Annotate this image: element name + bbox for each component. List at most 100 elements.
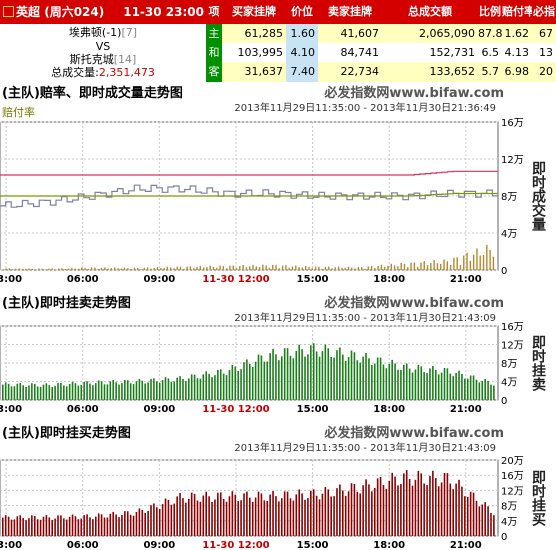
depth-bar [260, 355, 263, 400]
sell-trend-chart: (主队)即时挂卖走势图 必发指数网www.bifaw.com2013年11月29日… [0, 295, 546, 415]
volume-bar [482, 254, 485, 270]
depth-bar [211, 377, 213, 400]
depth-bar [31, 515, 33, 536]
depth-bar [292, 358, 295, 400]
depth-bar [77, 385, 80, 400]
depth-bar [379, 357, 382, 400]
depth-bar [391, 359, 393, 400]
depth-bar [94, 383, 97, 400]
volume-bar [206, 267, 208, 270]
table-cell-index: 13 [532, 43, 556, 63]
volume-bar [28, 268, 30, 270]
volume-bar [196, 266, 198, 270]
depth-bar [92, 385, 94, 400]
volume-bar [74, 268, 76, 270]
depth-bar [394, 363, 396, 400]
volume-bar [143, 267, 146, 270]
depth-bar [129, 383, 132, 400]
x-tick-label: 21:00 [450, 274, 482, 284]
volume-bar [413, 262, 416, 270]
depth-bar [440, 372, 443, 400]
depth-bar [455, 483, 457, 536]
depth-bar [417, 470, 420, 536]
depth-bar [240, 500, 242, 536]
y-axis-label: 即时挂买 [530, 470, 546, 527]
depth-bar [347, 491, 350, 536]
volume-bar [8, 268, 10, 270]
depth-bar [455, 373, 457, 400]
depth-bar [202, 495, 205, 536]
table-cell-sell: 84,741 [318, 43, 382, 63]
depth-bar [464, 496, 466, 536]
x-tick-label: 11-30 12:00 [202, 274, 269, 284]
depth-bar [397, 369, 399, 400]
volume-bar [370, 265, 373, 270]
depth-bar [263, 500, 266, 536]
table-cell-index: 20 [532, 62, 556, 82]
depth-bar [208, 373, 210, 400]
depth-bar [298, 344, 300, 400]
depth-bar [478, 506, 481, 536]
depth-bar [124, 379, 126, 400]
volume-bar [486, 244, 488, 270]
depth-bar [266, 501, 269, 536]
y-tick-label: 8万 [501, 502, 517, 513]
depth-bar [185, 381, 187, 400]
volume-bar [387, 265, 389, 270]
depth-bar [138, 508, 141, 536]
volume-bar [360, 267, 363, 270]
volume-bar [127, 268, 129, 270]
depth-bar [327, 489, 330, 536]
volume-bar [416, 266, 419, 270]
depth-bar [278, 501, 280, 536]
depth-bar [89, 517, 91, 536]
depth-bar [307, 354, 309, 400]
column-header-label: 项 [206, 0, 222, 24]
volume-bar [337, 266, 340, 270]
depth-bar [199, 378, 202, 400]
total-volume-label: 总成交量: [51, 66, 99, 79]
depth-bar [170, 381, 173, 400]
depth-bar [80, 518, 83, 536]
depth-bar [466, 496, 469, 536]
y-tick-label: 4万 [501, 229, 517, 240]
depth-bar [493, 515, 495, 536]
depth-bar [182, 378, 184, 400]
away-rank: [14] [113, 53, 137, 66]
depth-bar [126, 511, 129, 536]
volume-bar [67, 268, 70, 270]
depth-bar [92, 519, 94, 536]
depth-bar [469, 375, 472, 400]
depth-bar [286, 348, 289, 400]
x-tick-label: 15:00 [297, 540, 329, 550]
depth-bar [373, 487, 376, 536]
depth-bar [190, 492, 193, 536]
depth-bar [94, 516, 97, 536]
depth-bar [7, 383, 10, 400]
volume-bar [146, 267, 149, 270]
depth-bar [333, 496, 335, 536]
depth-bar [115, 514, 117, 536]
volume-bar [433, 260, 435, 270]
depth-bar [362, 485, 364, 536]
volume-bar [176, 266, 178, 270]
depth-bar [429, 475, 431, 536]
depth-bar [405, 470, 408, 536]
volume-bar [84, 267, 86, 270]
table-cell-price: 7.40 [286, 62, 318, 82]
y-tick-label: 0 [501, 266, 507, 277]
depth-bar [280, 498, 283, 536]
depth-bar [141, 380, 144, 400]
depth-bar [368, 484, 370, 536]
depth-bar [275, 496, 277, 536]
home-team[interactable]: 埃弗顿(-1) [69, 26, 122, 39]
table-cell-buy: 103,995 [222, 43, 286, 63]
home-rank: [7] [121, 26, 138, 39]
away-team[interactable]: 斯托克城 [70, 53, 114, 66]
depth-bar [487, 506, 489, 536]
depth-bar [164, 498, 167, 536]
depth-bar [312, 489, 315, 536]
depth-bar [400, 369, 402, 400]
x-tick-label: 03:00 [0, 274, 22, 284]
volume-bar [64, 268, 66, 270]
